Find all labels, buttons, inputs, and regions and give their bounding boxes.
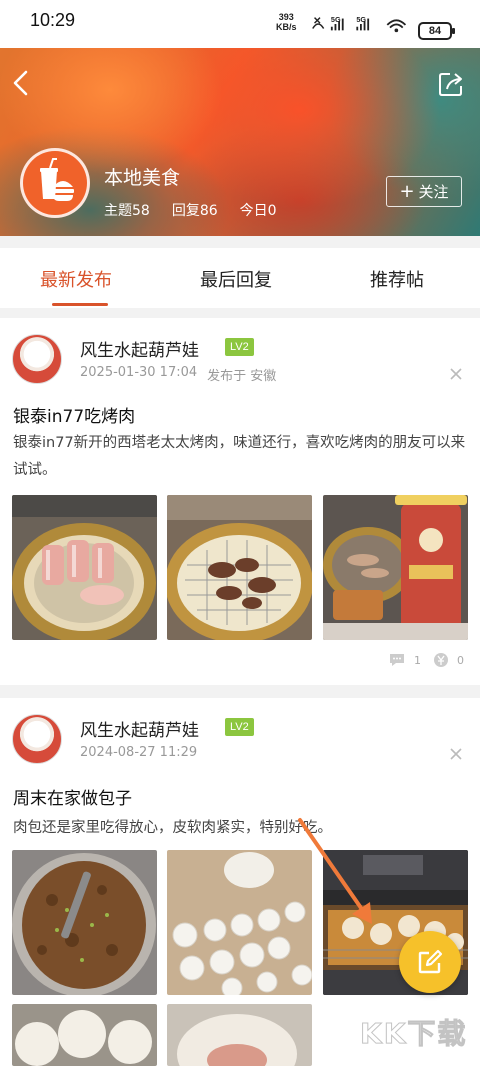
forum-avatar — [20, 148, 90, 218]
reward-count-value: 0 — [457, 653, 464, 667]
forum-name: 本地美食 — [104, 167, 181, 189]
follow-button[interactable]: + 关注 — [386, 176, 462, 207]
post-meta: 2024-08-27 11:29 — [80, 745, 197, 760]
post-date: 2024-08-27 11:29 — [80, 745, 198, 760]
post-date: 2025-01-30 17:04 — [80, 365, 198, 380]
post-image[interactable] — [12, 1004, 157, 1066]
topic-count: 主题58 — [104, 203, 150, 219]
net-speed-unit: KB/s — [276, 22, 297, 32]
close-icon — [450, 368, 462, 380]
tab-last-reply[interactable]: 最后回复 — [200, 266, 272, 292]
compose-icon — [418, 949, 443, 974]
post-image[interactable] — [167, 1004, 312, 1066]
food-icon — [40, 158, 74, 201]
level-badge: LV2 — [225, 338, 254, 356]
forum-header: 10:29 393 KB/s 5G 5G 84 本地美食 主题58 回复86 今… — [0, 0, 480, 236]
reply-count: 回复86 — [171, 203, 218, 219]
back-icon — [13, 70, 28, 96]
reward-count[interactable]: 0 — [433, 652, 464, 668]
post-footer: 1 0 — [388, 652, 464, 668]
post-image[interactable] — [167, 850, 312, 995]
share-icon — [439, 73, 462, 96]
post-title[interactable]: 周末在家做包子 — [13, 784, 132, 809]
post-card[interactable]: 风生水起葫芦娃 LV2 2025-01-30 17:04 发布于 安徽 银泰in… — [0, 318, 480, 685]
post-excerpt: 银泰in77新开的西塔老太太烤肉，味道还行，喜欢吃烤肉的朋友可以来试试。 — [13, 435, 466, 478]
compose-button[interactable] — [399, 931, 461, 993]
dismiss-button[interactable] — [448, 366, 464, 382]
post-excerpt: 肉包还是家里吃得放心，皮软肉紧实，特别好吃。 — [13, 820, 332, 836]
net-speed-value: 393 — [278, 12, 294, 22]
status-bar: 10:29 393 KB/s 5G 5G 84 — [0, 0, 480, 48]
dismiss-button[interactable] — [448, 746, 464, 762]
network-speed: 393 KB/s — [276, 12, 297, 32]
comment-count-value: 1 — [414, 653, 421, 667]
post-title[interactable]: 银泰in77吃烤肉 — [13, 402, 135, 427]
plus-icon: + — [399, 180, 415, 202]
follow-label: 关注 — [418, 183, 449, 201]
post-image[interactable] — [12, 850, 157, 995]
tab-latest[interactable]: 最新发布 — [40, 266, 112, 292]
comment-icon — [390, 654, 404, 666]
post-image[interactable] — [323, 495, 468, 640]
tab-bar: 最新发布 最后回复 推荐帖 — [0, 248, 480, 308]
close-icon — [450, 748, 462, 760]
battery-indicator: 84 — [418, 22, 455, 40]
back-button[interactable] — [8, 66, 34, 100]
post-image[interactable] — [167, 495, 312, 640]
level-badge: LV2 — [225, 718, 254, 736]
signal-wifi-icons: 5G 5G — [312, 15, 407, 33]
status-time: 10:29 — [30, 10, 76, 30]
avatar[interactable] — [12, 334, 62, 384]
tab-indicator — [52, 303, 108, 306]
reward-icon — [434, 653, 448, 667]
forum-stats: 主题58 回复86 今日0 — [104, 200, 277, 220]
share-button[interactable] — [437, 70, 465, 98]
today-count: 今日0 — [239, 203, 277, 219]
post-location: 发布于 安徽 — [207, 369, 277, 384]
tab-recommended[interactable]: 推荐帖 — [370, 266, 424, 292]
post-image[interactable] — [12, 495, 157, 640]
post-card[interactable]: 风生水起葫芦娃 LV2 2024-08-27 11:29 周末在家做包子 肉包还… — [0, 698, 480, 1066]
post-meta: 2025-01-30 17:04 发布于 安徽 — [80, 365, 276, 384]
comment-count[interactable]: 1 — [388, 652, 421, 668]
author-name[interactable]: 风生水起葫芦娃 — [80, 716, 199, 741]
avatar[interactable] — [12, 714, 62, 764]
author-name[interactable]: 风生水起葫芦娃 — [80, 336, 199, 361]
